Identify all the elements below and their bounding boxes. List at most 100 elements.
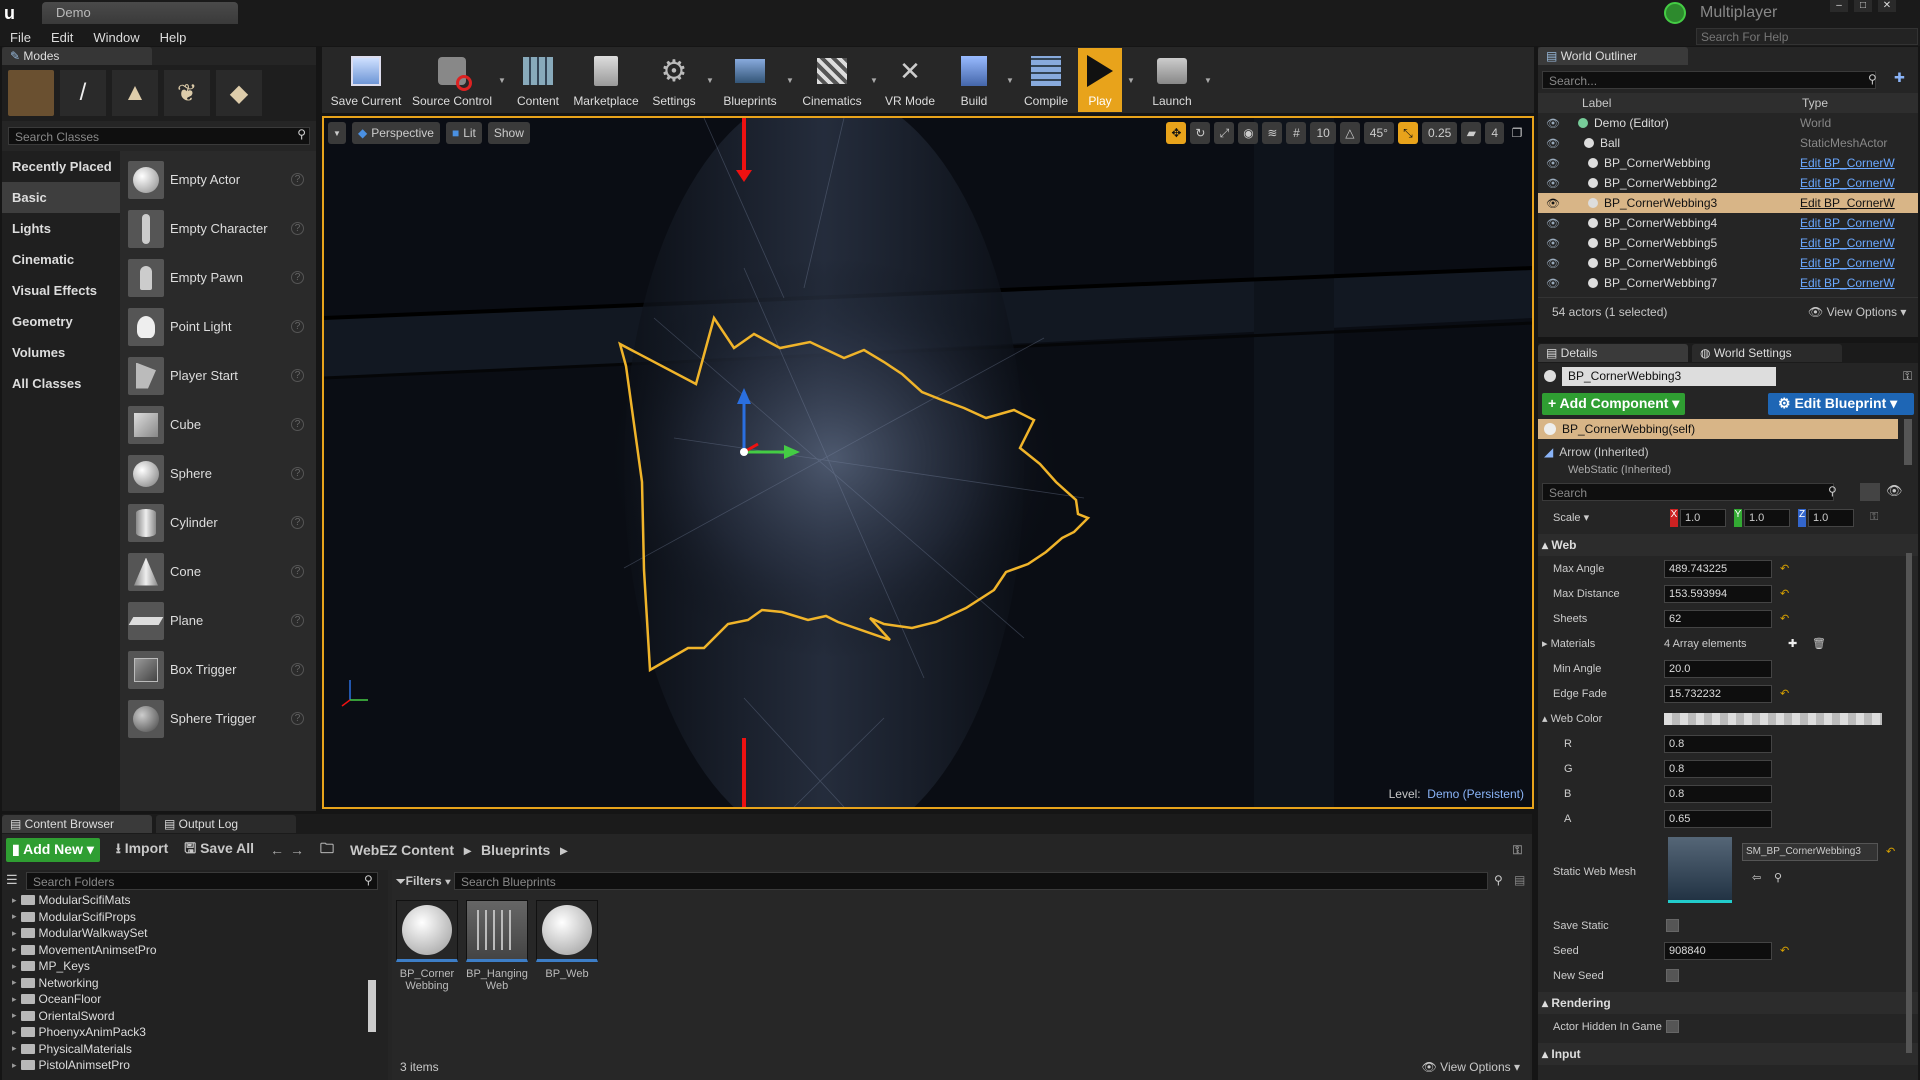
visibility-icon[interactable]: 👁 bbox=[1546, 137, 1560, 150]
outliner-row[interactable]: 👁 BP_CornerWebbing7 Edit BP_CornerW bbox=[1538, 273, 1918, 293]
paint-mode-icon[interactable]: / bbox=[60, 70, 106, 116]
folder-scrollbar[interactable] bbox=[368, 980, 376, 1032]
use-selected-icon[interactable]: ⇦ bbox=[1752, 871, 1761, 884]
prop-value[interactable]: 908840 bbox=[1664, 941, 1772, 960]
prop-value[interactable]: 20.0 bbox=[1664, 659, 1772, 678]
web-color-swatch[interactable] bbox=[1664, 712, 1882, 725]
expand-icon[interactable]: ▸ bbox=[12, 911, 17, 922]
folder-item[interactable]: ▸ PhoenyxAnimPack3 bbox=[12, 1024, 388, 1041]
surface-snap-icon[interactable]: ≋ bbox=[1262, 122, 1283, 144]
scale-icon[interactable]: ⤢ bbox=[1214, 122, 1235, 144]
launch-button[interactable]: Launch bbox=[1140, 48, 1204, 112]
breadcrumb-item[interactable]: WebEZ Content bbox=[350, 842, 454, 858]
add-filter-icon[interactable]: ✚ bbox=[1894, 70, 1905, 86]
scale-label[interactable]: Scale ▾ bbox=[1553, 511, 1589, 524]
camera-speed-icon[interactable]: ▰ bbox=[1461, 122, 1482, 144]
chevron-right-icon[interactable]: ▸ bbox=[560, 842, 567, 859]
cinematics-button[interactable]: Cinematics bbox=[794, 48, 870, 112]
breadcrumb-item[interactable]: Blueprints bbox=[481, 842, 550, 858]
list-item[interactable]: Box Trigger? bbox=[120, 645, 316, 694]
level-viewport[interactable]: ▼ ◆ Perspective ■ Lit Show ✥ ↻ ⤢ ◉ ≋ # 10 … bbox=[322, 116, 1534, 809]
help-icon[interactable]: ? bbox=[291, 369, 304, 382]
expand-icon[interactable]: ▸ bbox=[12, 994, 17, 1005]
list-item[interactable]: Player Start? bbox=[120, 351, 316, 400]
list-item[interactable]: Point Light? bbox=[120, 302, 316, 351]
forward-icon[interactable]: → bbox=[290, 842, 304, 858]
tab-content-browser[interactable]: ▤ Content Browser bbox=[2, 815, 152, 833]
component-partial[interactable]: WebStatic (Inherited) bbox=[1538, 465, 1918, 475]
compile-button[interactable]: Compile bbox=[1014, 48, 1078, 112]
prop-value[interactable]: 15.732232 bbox=[1664, 684, 1772, 703]
outliner-row[interactable]: 👁 BP_CornerWebbing4 Edit BP_CornerW bbox=[1538, 213, 1918, 233]
view-options-button[interactable]: 👁 View Options ▾ bbox=[1808, 305, 1906, 319]
tab-world-settings[interactable]: ◍ World Settings bbox=[1692, 344, 1842, 362]
world-icon[interactable]: ◉ bbox=[1238, 122, 1259, 144]
add-component-button[interactable]: + Add Component ▾ bbox=[1542, 393, 1686, 415]
edit-blueprint-link[interactable]: Edit BP_CornerW bbox=[1800, 216, 1898, 230]
settings-button[interactable]: ⚙ Settings bbox=[642, 48, 706, 112]
grid-snap-value[interactable]: 10 bbox=[1310, 122, 1336, 144]
outliner-row[interactable]: 👁 BP_CornerWebbing5 Edit BP_CornerW bbox=[1538, 233, 1918, 253]
edit-blueprint-link[interactable]: Edit BP_CornerW bbox=[1800, 156, 1898, 170]
tab-details[interactable]: ▤ Details bbox=[1538, 344, 1688, 362]
section-web[interactable]: ▴ Web bbox=[1538, 534, 1918, 556]
visibility-icon[interactable]: 👁 bbox=[1546, 277, 1560, 290]
expand-icon[interactable]: ▸ bbox=[12, 1060, 17, 1071]
component-arrow[interactable]: ◢ Arrow (Inherited) bbox=[1538, 439, 1918, 465]
lock-icon[interactable]: ⚿ bbox=[1903, 369, 1912, 384]
expand-icon[interactable]: ▸ bbox=[12, 1027, 17, 1038]
menu-file[interactable]: File bbox=[0, 30, 41, 45]
asset-tile[interactable]: BP_Corner Webbing bbox=[396, 900, 458, 992]
folder-item[interactable]: ▸ ModularScifiMats bbox=[12, 892, 388, 909]
help-icon[interactable]: ? bbox=[291, 565, 304, 578]
expand-icon[interactable]: ▸ bbox=[12, 1043, 17, 1054]
mesh-dropdown[interactable]: SM_BP_CornerWebbing3 bbox=[1742, 843, 1878, 861]
maximize-icon[interactable]: □ bbox=[1854, 0, 1872, 12]
lit-button[interactable]: ■ Lit bbox=[445, 122, 482, 144]
help-icon[interactable]: ? bbox=[291, 320, 304, 333]
prop-value[interactable]: 489.743225 bbox=[1664, 559, 1772, 578]
grid-view-icon[interactable] bbox=[1860, 483, 1880, 501]
filters-button[interactable]: ⏷Filters ▾ bbox=[396, 874, 454, 889]
reset-icon[interactable]: ↶ bbox=[1780, 562, 1789, 575]
new-seed-checkbox[interactable] bbox=[1666, 969, 1679, 982]
materials-label[interactable]: ▸ Materials bbox=[1542, 637, 1595, 650]
reset-icon[interactable]: ↶ bbox=[1886, 845, 1895, 858]
outliner-row[interactable]: 👁 BP_CornerWebbing Edit BP_CornerW bbox=[1538, 153, 1918, 173]
list-item[interactable]: Empty Actor? bbox=[120, 155, 316, 204]
dropdown-icon[interactable]: ▼ bbox=[706, 76, 714, 85]
component-scrollbar[interactable] bbox=[1904, 419, 1912, 465]
col-label[interactable]: Label bbox=[1582, 96, 1611, 110]
folder-item[interactable]: ▸ MP_Keys bbox=[12, 958, 388, 975]
search-classes-input[interactable]: Search Classes bbox=[8, 127, 310, 145]
save-all-button[interactable]: 🖫 Save All bbox=[184, 838, 254, 862]
trash-icon[interactable]: 🗑 bbox=[1812, 637, 1826, 650]
add-element-icon[interactable]: ✚ bbox=[1788, 637, 1797, 650]
mesh-thumbnail[interactable] bbox=[1668, 837, 1732, 903]
prop-value[interactable]: 0.8 bbox=[1664, 784, 1772, 803]
reset-icon[interactable]: ↶ bbox=[1780, 944, 1789, 957]
list-item[interactable]: Plane? bbox=[120, 596, 316, 645]
visibility-icon[interactable]: 👁 bbox=[1546, 257, 1560, 270]
close-icon[interactable]: ✕ bbox=[1878, 0, 1896, 12]
category-volumes[interactable]: Volumes bbox=[2, 337, 120, 368]
world-outliner-tab[interactable]: ▤ World Outliner bbox=[1538, 47, 1688, 65]
menu-edit[interactable]: Edit bbox=[41, 30, 83, 45]
maximize-viewport-icon[interactable]: ❐ bbox=[1508, 122, 1526, 144]
help-icon[interactable]: ? bbox=[291, 614, 304, 627]
dropdown-icon[interactable]: ▼ bbox=[1204, 76, 1212, 85]
reset-icon[interactable]: ↶ bbox=[1780, 587, 1789, 600]
visibility-icon[interactable]: 👁 bbox=[1546, 117, 1560, 130]
search-help-input[interactable]: Search For Help bbox=[1696, 28, 1918, 45]
list-item[interactable]: Cylinder? bbox=[120, 498, 316, 547]
section-rendering[interactable]: ▴ Rendering bbox=[1538, 992, 1918, 1014]
lock-icon[interactable]: ⚿ bbox=[1513, 843, 1522, 858]
eye-icon[interactable]: 👁 bbox=[1886, 483, 1903, 499]
help-icon[interactable]: ? bbox=[291, 173, 304, 186]
dropdown-icon[interactable]: ▼ bbox=[1006, 76, 1014, 85]
component-self[interactable]: BP_CornerWebbing(self) bbox=[1538, 419, 1898, 439]
rotate-icon[interactable]: ↻ bbox=[1190, 122, 1211, 144]
edit-blueprint-link[interactable]: Edit BP_CornerW bbox=[1800, 176, 1898, 190]
landscape-mode-icon[interactable]: ▲ bbox=[112, 70, 158, 116]
help-icon[interactable]: ? bbox=[291, 516, 304, 529]
